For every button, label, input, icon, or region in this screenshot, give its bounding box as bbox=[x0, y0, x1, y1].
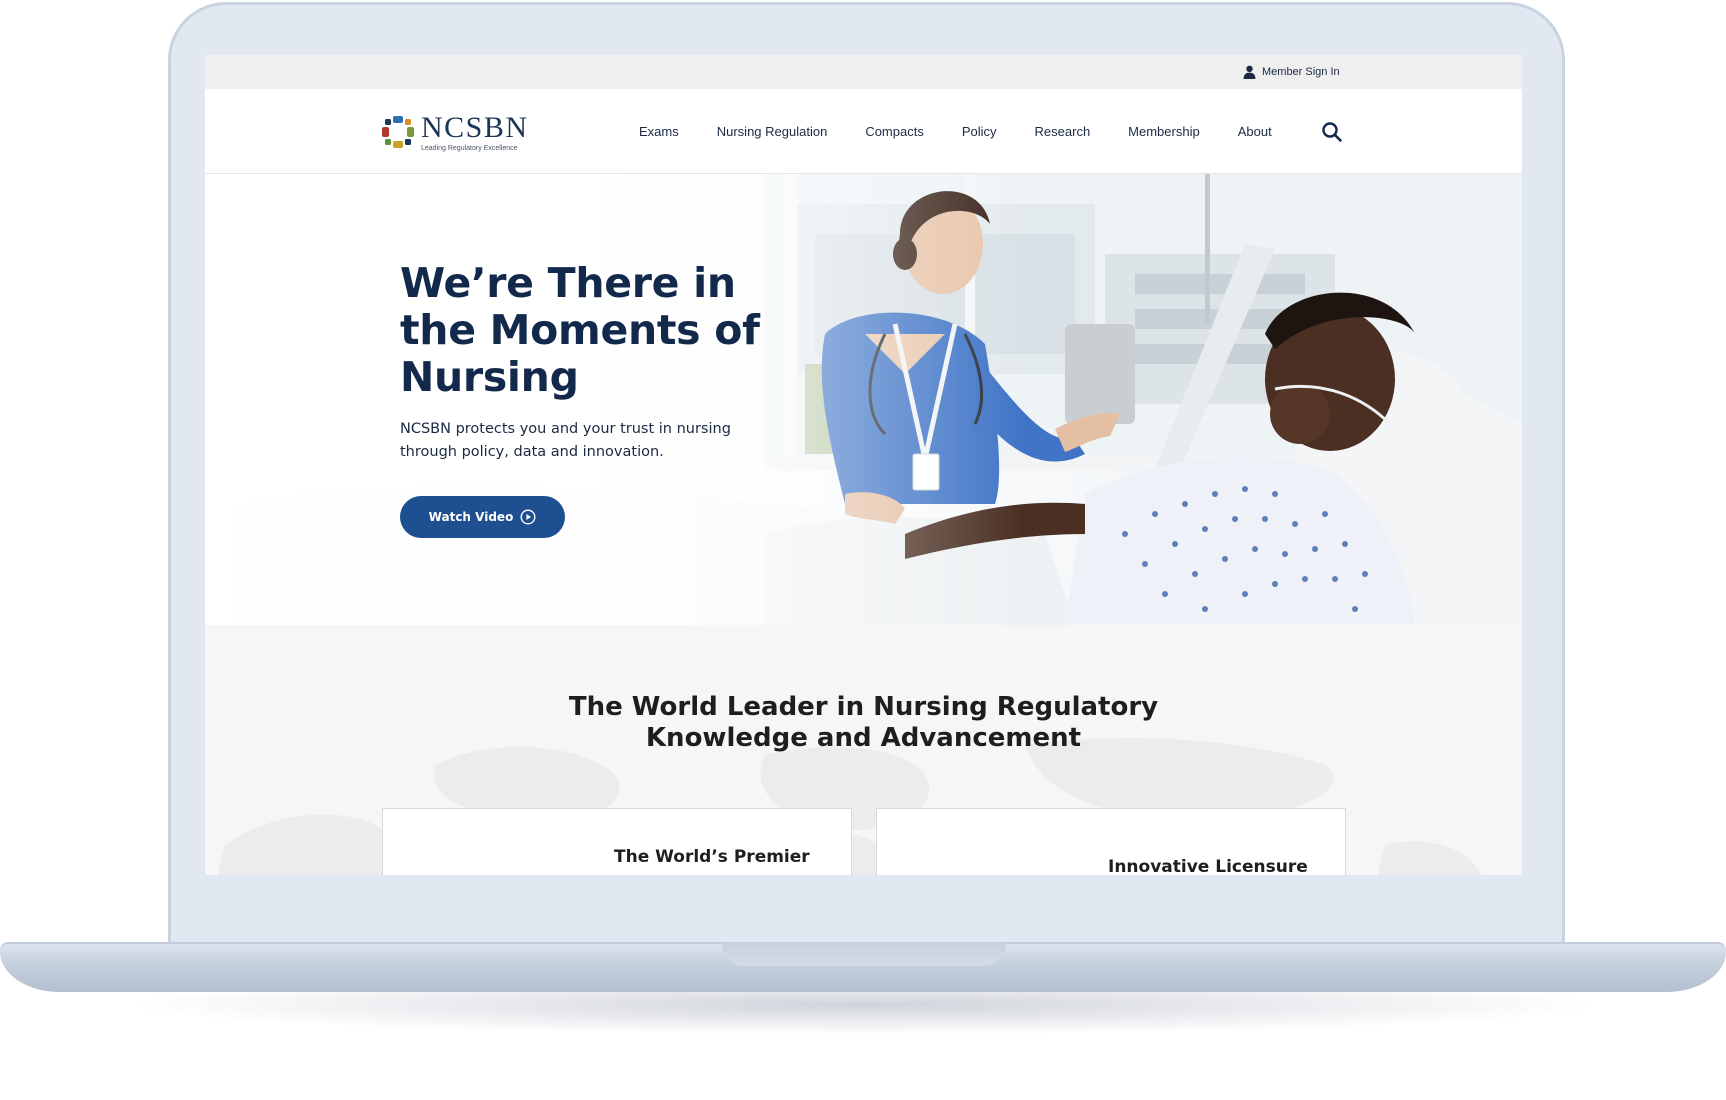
member-sign-in-link[interactable]: Member Sign In bbox=[1243, 64, 1340, 80]
section-title-line-2: Knowledge and Advancement bbox=[645, 723, 1082, 753]
feature-card-title: The World’s Premier bbox=[614, 847, 810, 867]
site-header: NCSBN Leading Regulatory Excellence Exam… bbox=[205, 89, 1522, 174]
nav-item-about[interactable]: About bbox=[1219, 124, 1291, 139]
ncsbn-logo[interactable]: NCSBN Leading Regulatory Excellence bbox=[381, 111, 529, 153]
person-icon bbox=[1243, 65, 1256, 79]
nav-item-compacts[interactable]: Compacts bbox=[846, 124, 943, 139]
search-icon[interactable] bbox=[1321, 121, 1343, 143]
section-title: The World Leader in Nursing Regulatory K… bbox=[205, 692, 1522, 754]
laptop-screen: Member Sign In NCSBN Leading Regulatory … bbox=[205, 55, 1522, 875]
section-title-line-1: The World Leader in Nursing Regulatory bbox=[568, 692, 1159, 722]
play-circle-icon bbox=[520, 509, 536, 525]
main-nav: Exams Nursing Regulation Compacts Policy… bbox=[620, 89, 1291, 174]
ncsbn-logo-mark-icon bbox=[382, 116, 414, 148]
member-sign-in-label: Member Sign In bbox=[1262, 66, 1340, 78]
watch-video-button[interactable]: Watch Video bbox=[400, 496, 565, 538]
nav-item-membership[interactable]: Membership bbox=[1109, 124, 1219, 139]
logo-tagline: Leading Regulatory Excellence bbox=[421, 144, 518, 152]
feature-card[interactable]: The World’s Premier bbox=[382, 808, 852, 875]
laptop-notch bbox=[722, 942, 1006, 966]
feature-card-title: Innovative Licensure bbox=[1108, 857, 1308, 875]
hero-title: We’re There in the Moments of Nursing bbox=[400, 259, 760, 401]
nav-item-exams[interactable]: Exams bbox=[620, 124, 698, 139]
nav-item-research[interactable]: Research bbox=[1016, 124, 1110, 139]
watch-video-label: Watch Video bbox=[428, 510, 514, 524]
world-leader-section: The World Leader in Nursing Regulatory K… bbox=[205, 625, 1522, 875]
nav-item-nursing-regulation[interactable]: Nursing Regulation bbox=[698, 124, 847, 139]
utility-bar: Member Sign In bbox=[205, 55, 1522, 89]
hero-section: We’re There in the Moments of Nursing NC… bbox=[205, 174, 1522, 625]
feature-card[interactable]: Innovative Licensure bbox=[876, 808, 1346, 875]
logo-name: NCSBN bbox=[421, 110, 529, 144]
nav-item-policy[interactable]: Policy bbox=[943, 124, 1016, 139]
hero-subtitle: NCSBN protects you and your trust in nur… bbox=[400, 421, 731, 460]
